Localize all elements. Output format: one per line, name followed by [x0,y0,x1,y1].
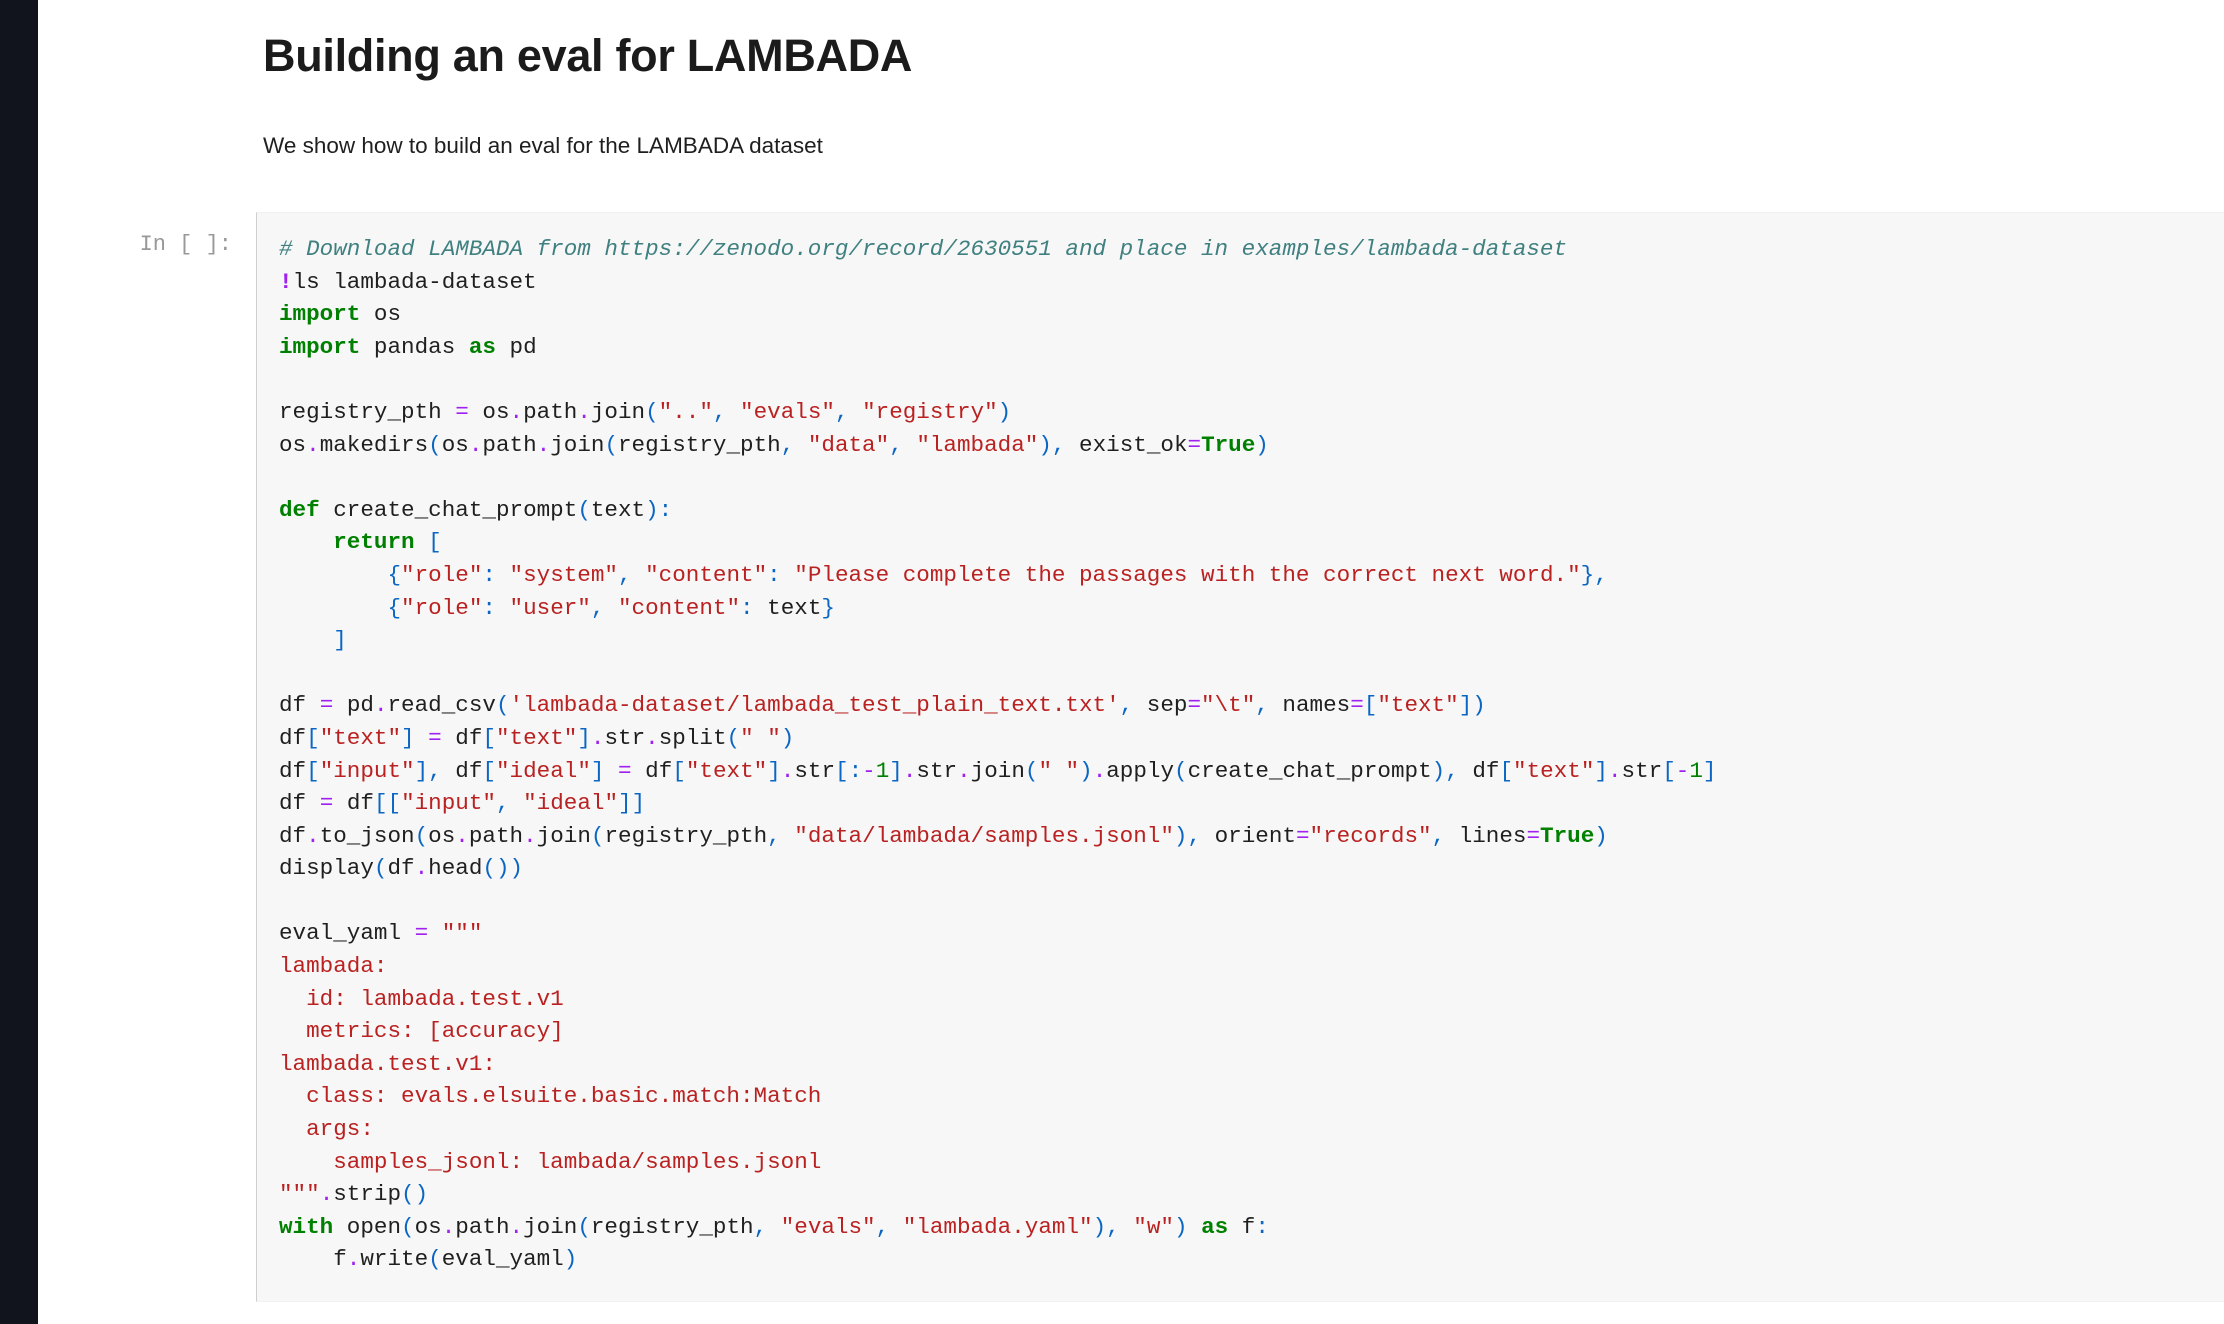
code-editor-area[interactable]: # Download LAMBADA from https://zenodo.o… [256,212,2224,1302]
left-rail [0,0,38,1324]
page-title: Building an eval for LAMBADA [263,30,913,81]
code-cell[interactable]: In [ ]: # Download LAMBADA from https://… [41,212,2224,1302]
code-source[interactable]: # Download LAMBADA from https://zenodo.o… [279,233,2224,1276]
input-prompt-label: In [ ]: [139,232,232,257]
notebook-container: Building an eval for LAMBADA We show how… [41,0,2224,1324]
markdown-cell[interactable]: Building an eval for LAMBADA We show how… [263,28,2163,163]
page-subtitle: We show how to build an eval for the LAM… [263,133,823,159]
